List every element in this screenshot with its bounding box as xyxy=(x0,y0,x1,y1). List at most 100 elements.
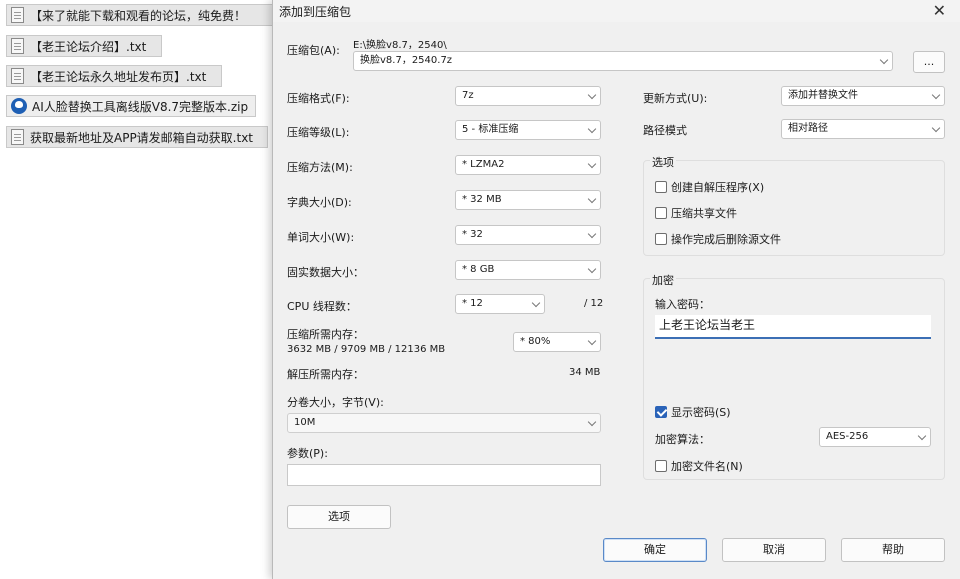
cpu-value: * 12 xyxy=(462,298,483,309)
dict-value: * 32 MB xyxy=(462,194,502,205)
delete-checkbox[interactable]: 操作完成后删除源文件 xyxy=(655,231,781,247)
options-group-title: 选项 xyxy=(650,154,676,170)
split-label: 分卷大小，字节(V): xyxy=(287,396,384,409)
file-name: 【老王论坛介绍】.txt xyxy=(30,39,147,54)
pathmode-combo[interactable]: 相对路径 xyxy=(781,119,945,139)
archive-name-combo[interactable]: 换脸v8.7，2540.7z xyxy=(353,51,893,71)
text-file-icon xyxy=(11,7,24,23)
level-combo[interactable]: 5 - 标准压缩 xyxy=(455,120,601,140)
method-combo[interactable]: * LZMA2 xyxy=(455,155,601,175)
checkbox-box xyxy=(655,233,667,245)
file-name: 获取最新地址及APP请发邮箱自动获取.txt xyxy=(30,130,254,145)
params-label: 参数(P): xyxy=(287,447,328,460)
chevron-down-icon xyxy=(931,123,941,133)
encrypt-names-checkbox[interactable]: 加密文件名(N) xyxy=(655,458,743,474)
word-value: * 32 xyxy=(462,229,483,240)
help-button[interactable]: 帮助 xyxy=(841,538,945,562)
method-label: 压缩方法(M): xyxy=(287,161,353,174)
browse-button[interactable]: ... xyxy=(913,51,945,73)
sfx-label: 创建自解压程序(X) xyxy=(671,181,765,194)
update-combo[interactable]: 添加并替换文件 xyxy=(781,86,945,106)
params-input[interactable] xyxy=(287,464,601,486)
level-value: 5 - 标准压缩 xyxy=(462,124,519,135)
checkmark-icon xyxy=(655,406,667,418)
close-icon[interactable]: ✕ xyxy=(933,1,946,20)
text-file-icon xyxy=(11,38,24,54)
chevron-down-icon xyxy=(587,124,597,134)
chevron-down-icon xyxy=(917,431,927,441)
cancel-button[interactable]: 取消 xyxy=(722,538,826,562)
update-value: 添加并替换文件 xyxy=(788,90,858,101)
show-password-checkbox[interactable]: 显示密码(S) xyxy=(655,404,731,420)
cpu-max: / 12 xyxy=(584,298,604,309)
format-value: 7z xyxy=(462,90,474,101)
text-file-icon xyxy=(11,129,24,145)
mem-combo[interactable]: * 80% xyxy=(513,332,601,352)
show-password-label: 显示密码(S) xyxy=(671,406,731,419)
format-combo[interactable]: 7z xyxy=(455,86,601,106)
dialog-title: 添加到压缩包 xyxy=(279,5,352,19)
checkbox-box xyxy=(655,460,667,472)
pathmode-value: 相对路径 xyxy=(788,123,828,134)
chevron-down-icon xyxy=(587,336,597,346)
title-bar: 添加到压缩包 ✕ xyxy=(273,0,960,22)
solid-label: 固实数据大小： xyxy=(287,266,364,279)
chevron-down-icon xyxy=(879,55,889,65)
sfx-checkbox[interactable]: 创建自解压程序(X) xyxy=(655,179,764,195)
chevron-down-icon xyxy=(587,229,597,239)
text-file-icon xyxy=(11,68,24,84)
encryption-group-title: 加密 xyxy=(650,272,676,288)
method-value: * LZMA2 xyxy=(462,159,505,170)
file-item[interactable]: 【老王论坛永久地址发布页】.txt xyxy=(6,65,222,87)
mem-value: * 80% xyxy=(520,336,551,347)
solid-value: * 8 GB xyxy=(462,264,495,275)
checkbox-box xyxy=(655,181,667,193)
password-input[interactable]: 上老王论坛当老王 xyxy=(655,315,931,339)
file-name: 【老王论坛永久地址发布页】.txt xyxy=(30,69,207,84)
solid-combo[interactable]: * 8 GB xyxy=(455,260,601,280)
archive-label: 压缩包(A): xyxy=(287,44,340,57)
split-value: 10M xyxy=(294,417,316,428)
pathmode-label: 路径模式 xyxy=(643,124,687,137)
archive-name-value: 换脸v8.7，2540.7z xyxy=(360,55,453,66)
file-item[interactable]: 【来了就能下载和观看的论坛，纯免费！ xyxy=(6,4,276,26)
split-combo[interactable]: 10M xyxy=(287,413,601,433)
update-label: 更新方式(U): xyxy=(643,92,708,105)
dict-combo[interactable]: * 32 MB xyxy=(455,190,601,210)
decomp-label: 解压所需内存： xyxy=(287,368,364,381)
word-combo[interactable]: * 32 xyxy=(455,225,601,245)
mem-detail: 3632 MB / 9709 MB / 12136 MB xyxy=(287,344,446,355)
chevron-down-icon xyxy=(587,159,597,169)
archive-path: E:\换脸v8.7，2540\ xyxy=(353,40,447,51)
mem-label: 压缩所需内存： xyxy=(287,328,364,341)
format-label: 压缩格式(F): xyxy=(287,92,350,105)
shared-checkbox[interactable]: 压缩共享文件 xyxy=(655,205,737,221)
cpu-label: CPU 线程数： xyxy=(287,300,357,313)
dict-label: 字典大小(D): xyxy=(287,196,352,209)
chevron-down-icon xyxy=(587,194,597,204)
file-name: 【来了就能下载和观看的论坛，纯免费！ xyxy=(30,8,247,23)
file-item[interactable]: 【老王论坛介绍】.txt xyxy=(6,35,162,57)
ok-button[interactable]: 确定 xyxy=(603,538,707,562)
enc-method-value: AES-256 xyxy=(826,431,869,442)
encrypt-names-label: 加密文件名(N) xyxy=(671,460,743,473)
enc-method-combo[interactable]: AES-256 xyxy=(819,427,931,447)
enc-method-label: 加密算法： xyxy=(655,433,710,446)
zip-archive-icon xyxy=(11,98,27,114)
chevron-down-icon xyxy=(587,264,597,274)
cpu-combo[interactable]: * 12 xyxy=(455,294,545,314)
chevron-down-icon xyxy=(931,90,941,100)
delete-label: 操作完成后删除源文件 xyxy=(671,233,781,246)
shared-label: 压缩共享文件 xyxy=(671,207,737,220)
word-label: 单词大小(W): xyxy=(287,231,355,244)
decomp-value: 34 MB xyxy=(569,367,601,378)
password-label: 输入密码： xyxy=(655,298,710,311)
chevron-down-icon xyxy=(587,90,597,100)
chevron-down-icon xyxy=(531,298,541,308)
add-to-archive-dialog: 添加到压缩包 ✕ 压缩包(A): E:\换脸v8.7，2540\ 换脸v8.7，… xyxy=(272,0,960,579)
file-item[interactable]: AI人脸替换工具离线版V8.7完整版本.zip xyxy=(6,95,256,117)
file-item[interactable]: 获取最新地址及APP请发邮箱自动获取.txt xyxy=(6,126,268,148)
chevron-down-icon xyxy=(587,417,597,427)
file-name: AI人脸替换工具离线版V8.7完整版本.zip xyxy=(32,99,249,114)
options-button[interactable]: 选项 xyxy=(287,505,391,529)
